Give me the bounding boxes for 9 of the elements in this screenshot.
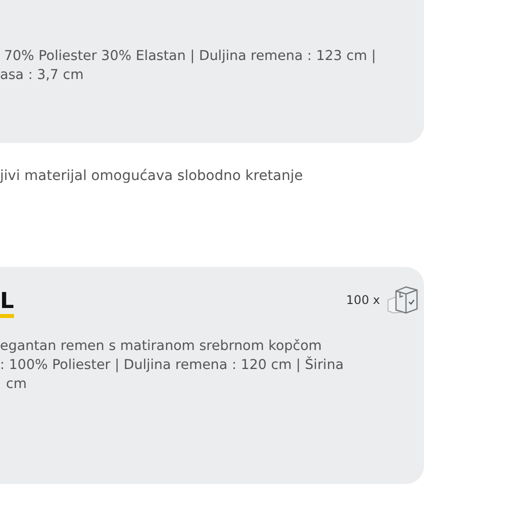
product-details: cm [5,375,28,394]
product-details: asa : 3,7 cm [0,66,85,85]
product-details: : 100% Poliester | Duljina remena : 120 cm | Širina [0,356,345,375]
feature-text: jivi materijal omogućava slobodno kretanje [0,168,304,184]
product-details: egantan remen s matiranom srebrnom kopčom [0,337,323,356]
product-title: L [0,290,14,318]
product-details: 70% Poliester 30% Elastan | Duljina remena : 123 cm | [3,47,377,66]
quantity-label: 100 x [346,293,380,307]
boxes-icon [386,286,418,314]
